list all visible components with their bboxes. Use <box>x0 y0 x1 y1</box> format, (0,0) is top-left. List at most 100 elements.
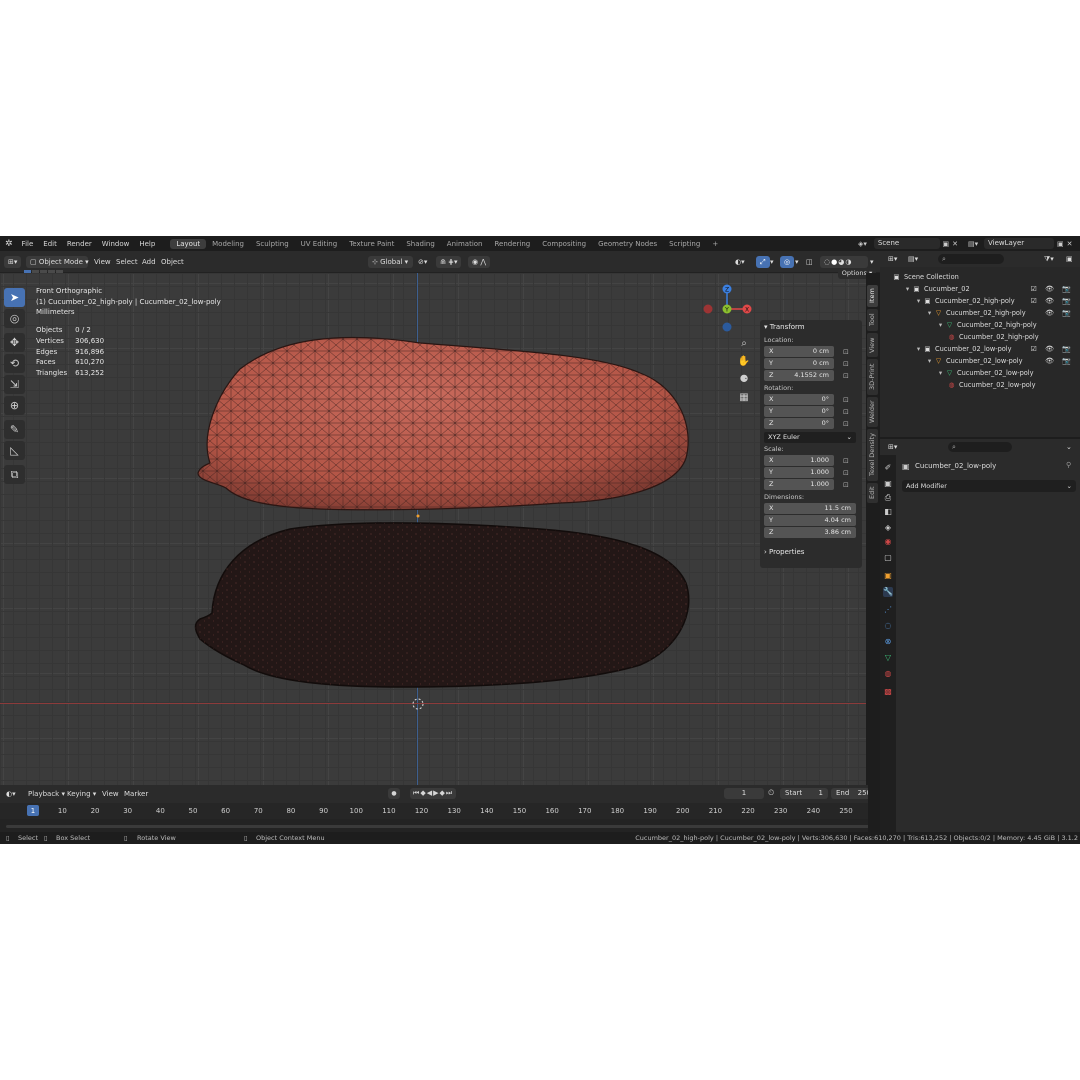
shading-dropdown-icon[interactable]: ▾ <box>870 256 874 268</box>
outliner-row[interactable]: ▾ ▽ Cucumber_02_high-poly <box>880 319 1080 331</box>
pivot-icon[interactable]: ⊘▾ <box>418 256 427 268</box>
transform-section-header[interactable]: ▾ Transform <box>764 320 858 334</box>
tab-view[interactable]: View <box>867 333 878 357</box>
gizmo-toggle-icon[interactable]: ⤢ <box>756 256 770 268</box>
tab-tool[interactable]: Tool <box>867 309 878 331</box>
3d-viewport[interactable]: ➤ ◎ ✥ ⟲ ⇲ ⊕ ✎ ◺ ⧉ Front Orthographic (1)… <box>0 273 868 785</box>
orientation-dropdown[interactable]: ⊹ Global ▾ <box>368 256 413 268</box>
remove-scene-icon[interactable]: ✕ <box>952 240 958 248</box>
scene-tab-icon[interactable]: ◈ <box>883 523 893 533</box>
tab-welder[interactable]: Welder <box>867 397 878 427</box>
dimensions-x-field[interactable]: X 11.5 cm <box>764 503 856 514</box>
scale-x-field[interactable]: X 1.000 <box>764 455 834 466</box>
pan-hand-icon[interactable]: ✋ <box>737 355 751 369</box>
transform-tool[interactable]: ⊕ <box>4 396 25 415</box>
outliner-row[interactable]: ▾ ▣ Cucumber_02_low-poly ☑ 👁 📷 <box>880 343 1080 355</box>
lock-icon[interactable]: ⊡ <box>843 481 849 489</box>
tool-tab-icon[interactable]: ✐ <box>883 463 893 473</box>
properties-options-icon[interactable]: ⌄ <box>1066 443 1072 451</box>
shading-modes[interactable]: ◌●◕◑ <box>820 256 868 268</box>
rendered-shading-icon[interactable]: ◑ <box>845 258 852 266</box>
visibility-toggles[interactable]: ☑ 👁 📷 <box>1031 343 1074 355</box>
location-z-field[interactable]: Z 4.1552 cm <box>764 370 834 381</box>
3d-cursor[interactable] <box>412 698 424 710</box>
tab-sculpting[interactable]: Sculpting <box>250 239 295 249</box>
object-tab-icon[interactable]: ▣ <box>883 571 893 581</box>
disclosure-triangle-icon[interactable]: ▾ <box>925 307 934 319</box>
scale-z-field[interactable]: Z 1.000 <box>764 479 834 490</box>
mode-dropdown[interactable]: ▢ Object Mode ▾ <box>26 256 89 268</box>
scale-y-field[interactable]: Y 1.000 <box>764 467 834 478</box>
cursor-tool[interactable]: ◎ <box>4 309 25 328</box>
visibility-toggles[interactable]: 👁 📷 <box>1045 355 1074 367</box>
disclosure-triangle-icon[interactable]: ▾ <box>936 319 945 331</box>
tab-texture-paint[interactable]: Texture Paint <box>343 239 400 249</box>
modifier-tab-icon[interactable]: 🔧 <box>883 587 893 597</box>
tab-layout[interactable]: Layout <box>170 238 207 249</box>
object-type-visibility-icon[interactable]: ◐▾ <box>735 256 745 268</box>
collection-tab-icon[interactable]: ▢ <box>883 553 893 563</box>
new-scene-icon[interactable]: ▣ <box>943 240 950 248</box>
blender-logo-icon[interactable]: ✲ <box>0 239 17 249</box>
overlay-toggle-icon[interactable]: ◎ <box>780 256 795 268</box>
dimensions-y-field[interactable]: Y 4.04 cm <box>764 515 856 526</box>
rotation-x-field[interactable]: X 0° <box>764 394 834 405</box>
lock-icon[interactable]: ⊡ <box>843 372 849 380</box>
tab-texel-density[interactable]: Texel Density <box>867 429 878 481</box>
menu-edit[interactable]: Edit <box>38 240 62 248</box>
lock-icon[interactable]: ⊡ <box>843 396 849 404</box>
navigation-gizmo[interactable]: Z X Y <box>700 283 754 333</box>
outliner-row[interactable]: ▣ Scene Collection <box>880 271 1080 283</box>
editor-type-button[interactable]: ⊞▾ <box>4 256 22 268</box>
outliner-row[interactable]: ▾ ▽ Cucumber_02_low-poly <box>880 367 1080 379</box>
properties-section-header[interactable]: › Properties <box>764 545 858 559</box>
tab-shading[interactable]: Shading <box>400 239 440 249</box>
header-menu-select[interactable]: Select <box>116 256 138 268</box>
rotate-tool[interactable]: ⟲ <box>4 354 25 373</box>
dimensions-z-field[interactable]: Z 3.86 cm <box>764 527 856 538</box>
rotation-y-field[interactable]: Y 0° <box>764 406 834 417</box>
menu-window[interactable]: Window <box>97 240 135 248</box>
location-x-field[interactable]: X 0 cm <box>764 346 834 357</box>
timeline-scrollbar[interactable] <box>6 825 874 828</box>
filter-icon[interactable]: ⧩▾ <box>1044 255 1054 264</box>
rotation-z-field[interactable]: Z 0° <box>764 418 834 429</box>
tab-scripting[interactable]: Scripting <box>663 239 706 249</box>
outliner-row[interactable]: ▾ ▽ Cucumber_02_low-poly 👁 📷 <box>880 355 1080 367</box>
visibility-toggles[interactable]: 👁 📷 <box>1045 307 1074 319</box>
gizmo-neg-z[interactable] <box>722 322 732 332</box>
gizmo-dropdown-icon[interactable]: ▾ <box>770 256 774 268</box>
lock-icon[interactable]: ⊡ <box>843 469 849 477</box>
texture-tab-icon[interactable]: ▩ <box>883 687 893 697</box>
header-menu-object[interactable]: Object <box>161 256 184 268</box>
lock-icon[interactable]: ⊡ <box>843 457 849 465</box>
display-mode-icon[interactable]: ▤▾ <box>908 255 918 263</box>
view-layer-tab-icon[interactable]: ◧ <box>883 507 893 517</box>
scene-selector[interactable]: ◈▾ Scene ▣ ✕ <box>858 238 958 249</box>
visibility-toggles[interactable]: ☑ 👁 📷 <box>1031 295 1074 307</box>
outliner-row[interactable]: ▾ ▣ Cucumber_02 ☑ 👁 📷 <box>880 283 1080 295</box>
physics-tab-icon[interactable]: ◌ <box>883 621 893 631</box>
camera-icon[interactable]: ⚈ <box>737 373 751 387</box>
tab-modeling[interactable]: Modeling <box>206 239 250 249</box>
visibility-toggles[interactable]: ☑ 👁 📷 <box>1031 283 1074 295</box>
snap-icon[interactable]: ⋒ ⋕▾ <box>436 256 462 268</box>
add-cube-tool[interactable]: ⧉ <box>4 465 25 484</box>
tab-geometry-nodes[interactable]: Geometry Nodes <box>592 239 663 249</box>
disclosure-triangle-icon[interactable]: ▾ <box>914 295 923 307</box>
data-tab-icon[interactable]: ▽ <box>883 653 893 663</box>
menu-help[interactable]: Help <box>134 240 160 248</box>
scene-field[interactable]: Scene <box>873 238 940 249</box>
grid-icon[interactable]: ▦ <box>737 391 751 405</box>
disclosure-triangle-icon[interactable]: ▾ <box>936 367 945 379</box>
overlay-dropdown-icon[interactable]: ▾ <box>795 256 799 268</box>
lock-icon[interactable]: ⊡ <box>843 420 849 428</box>
properties-editor-icon[interactable]: ⊞▾ <box>888 443 897 451</box>
timeline[interactable]: ◐▾ Playback ▾ Keying ▾ View Marker ● ⏮◆◀… <box>0 785 880 832</box>
outliner-row[interactable]: ▾ ▽ Cucumber_02_high-poly 👁 📷 <box>880 307 1080 319</box>
header-menu-view[interactable]: View <box>94 256 111 268</box>
measure-tool[interactable]: ◺ <box>4 441 25 460</box>
disclosure-triangle-icon[interactable]: ▾ <box>914 343 923 355</box>
view-layer-field[interactable]: ViewLayer <box>984 238 1054 249</box>
tab-rendering[interactable]: Rendering <box>488 239 536 249</box>
